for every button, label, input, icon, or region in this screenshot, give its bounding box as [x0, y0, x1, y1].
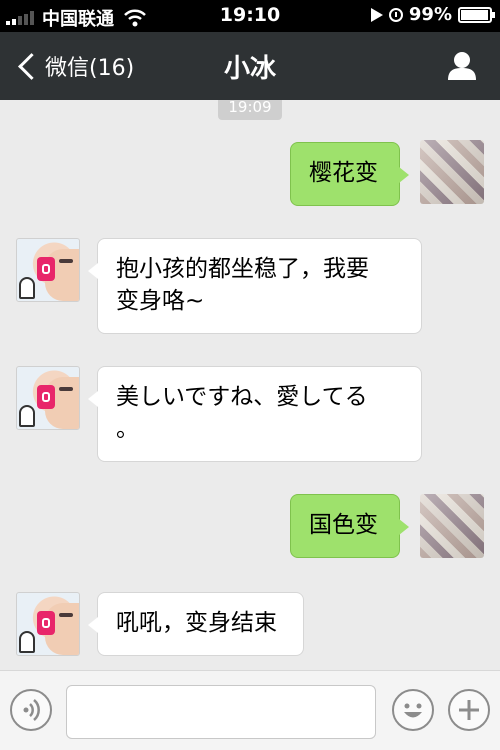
more-button[interactable]	[448, 689, 490, 731]
message-bubble-received[interactable]: 抱小孩的都坐稳了，我要 变身咯~	[88, 238, 422, 334]
my-avatar[interactable]	[420, 140, 484, 204]
message-text-line: 。	[116, 416, 139, 442]
play-icon	[370, 7, 383, 22]
bot-avatar[interactable]	[16, 238, 80, 302]
message-text: 国色变	[309, 512, 378, 538]
message-input[interactable]	[66, 685, 376, 739]
message-timestamp: 19:09	[218, 100, 282, 120]
message-text-line: 抱小孩的都坐稳了，我要	[116, 256, 369, 282]
battery-icon	[458, 6, 495, 23]
clock-icon	[388, 7, 403, 22]
plus-icon	[459, 700, 479, 720]
message-bubble-sent[interactable]: 樱花变	[290, 142, 409, 206]
message-bubble-received[interactable]: 美しいですね、愛してる 。	[88, 366, 422, 462]
bot-avatar[interactable]	[16, 366, 80, 430]
battery-percent: 99%	[408, 4, 452, 25]
chat-title: 小冰	[223, 54, 276, 84]
emoji-icon	[404, 703, 422, 718]
message-text: 樱花变	[309, 160, 378, 186]
voice-button[interactable]	[10, 689, 52, 731]
profile-icon[interactable]	[446, 50, 478, 82]
chat-area[interactable]: 19:09 樱花变 抱小孩的都坐稳了，我要 变身咯~ 美しいですね、愛してる 。…	[0, 100, 500, 670]
message-text-line: 变身咯~	[116, 288, 205, 314]
status-right: 99%	[370, 4, 495, 25]
message-text: 吼吼，变身结束	[116, 610, 277, 636]
status-bar: 中国联通 19:10 99%	[0, 0, 500, 32]
message-bubble-sent[interactable]: 国色变	[290, 494, 409, 558]
nav-bar: 微信(16) 小冰	[0, 32, 500, 100]
bot-avatar[interactable]	[16, 592, 80, 656]
emoji-button[interactable]	[392, 689, 434, 731]
message-text-line: 美しいですね、愛してる	[116, 384, 368, 410]
voice-icon	[23, 699, 40, 721]
message-bubble-received[interactable]: 吼吼，变身结束	[88, 592, 304, 656]
input-bar	[0, 670, 500, 750]
my-avatar[interactable]	[420, 494, 484, 558]
